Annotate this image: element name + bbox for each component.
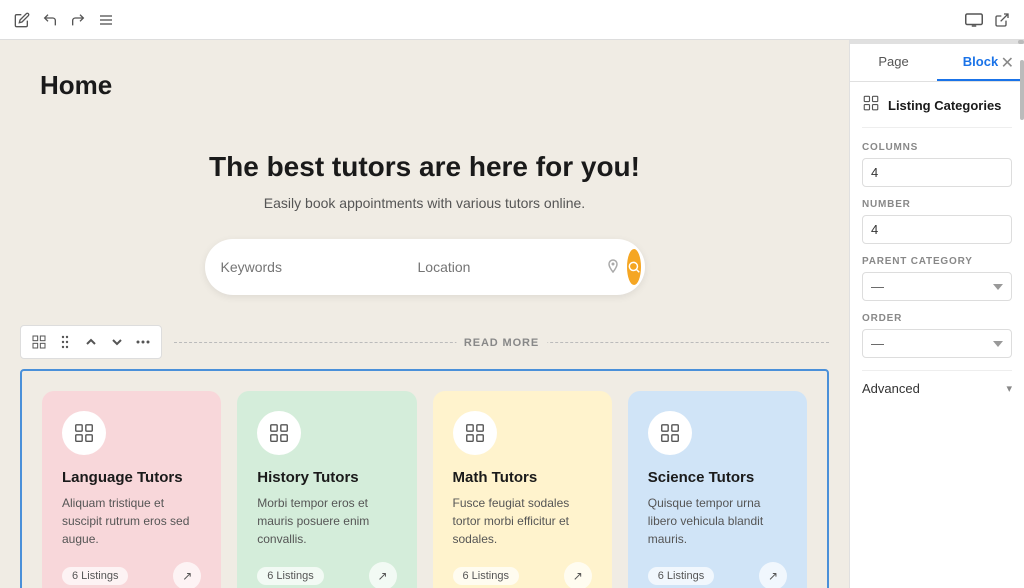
categories-wrapper: Language Tutors Aliquam tristique et sus… [20, 369, 829, 588]
science-icon-wrap [648, 411, 692, 455]
undo-button[interactable] [40, 10, 60, 30]
panel-content: Listing Categories COLUMNS NUMBER PARENT… [850, 82, 1024, 588]
category-card-history[interactable]: History Tutors Morbi tempor eros et maur… [237, 391, 416, 588]
columns-field-group: COLUMNS [862, 142, 1012, 187]
math-listings-badge: 6 Listings [453, 567, 519, 585]
language-icon-wrap [62, 411, 106, 455]
category-card-math[interactable]: Math Tutors Fusce feugiat sodales tortor… [433, 391, 612, 588]
hero-subtext: Easily book appointments with various tu… [20, 195, 829, 211]
edit-icon[interactable] [12, 10, 32, 30]
search-bar [205, 239, 645, 295]
location-icon [607, 259, 619, 276]
block-icon [862, 94, 880, 117]
order-select[interactable]: — [862, 329, 1012, 358]
close-panel-button[interactable]: ✕ [1001, 53, 1014, 73]
science-tutors-desc: Quisque tempor urna libero vehicula blan… [648, 494, 787, 548]
list-view-button[interactable] [96, 10, 116, 30]
language-tutors-footer: 6 Listings ↗ [62, 562, 201, 588]
chevron-down-icon: ▾ [1006, 382, 1012, 395]
advanced-label: Advanced [862, 381, 920, 396]
history-listings-badge: 6 Listings [257, 567, 323, 585]
move-up-button[interactable] [79, 330, 103, 354]
language-tutors-title: Language Tutors [62, 469, 201, 486]
read-more-label: READ MORE [464, 337, 539, 349]
drag-handle[interactable] [53, 330, 77, 354]
block-type-icon[interactable] [27, 330, 51, 354]
order-field-group: ORDER — [862, 313, 1012, 358]
math-tutors-desc: Fusce feugiat sodales tortor morbi effic… [453, 494, 592, 548]
advanced-toggle[interactable]: Advanced ▾ [862, 370, 1012, 406]
toolbar [0, 0, 1024, 40]
move-down-button[interactable] [105, 330, 129, 354]
history-tutors-desc: Morbi tempor eros et mauris posuere enim… [257, 494, 396, 548]
parent-category-select[interactable]: — [862, 272, 1012, 301]
science-tutors-title: Science Tutors [648, 469, 787, 486]
block-header: Listing Categories [862, 94, 1012, 128]
more-options-button[interactable] [131, 330, 155, 354]
number-field-group: NUMBER [862, 199, 1012, 244]
external-link-button[interactable] [992, 10, 1012, 30]
history-tutors-title: History Tutors [257, 469, 396, 486]
parent-category-field-group: PARENT CATEGORY — [862, 256, 1012, 301]
science-tutors-footer: 6 Listings ↗ [648, 562, 787, 588]
block-name-label: Listing Categories [888, 98, 1001, 113]
history-tutors-footer: 6 Listings ↗ [257, 562, 396, 588]
categories-grid: Language Tutors Aliquam tristique et sus… [42, 391, 807, 588]
language-tutors-desc: Aliquam tristique et suscipit rutrum ero… [62, 494, 201, 548]
science-listings-badge: 6 Listings [648, 567, 714, 585]
science-arrow-button[interactable]: ↗ [759, 562, 787, 588]
right-panel: Page Block ✕ Listing Categories [849, 40, 1024, 588]
math-icon-wrap [453, 411, 497, 455]
parent-category-label: PARENT CATEGORY [862, 256, 1012, 267]
redo-button[interactable] [68, 10, 88, 30]
hero-section: The best tutors are here for you! Easily… [20, 131, 829, 325]
columns-input[interactable] [862, 158, 1012, 187]
order-label: ORDER [862, 313, 1012, 324]
search-location-input[interactable] [418, 259, 599, 275]
math-tutors-footer: 6 Listings ↗ [453, 562, 592, 588]
page-title: Home [40, 70, 829, 101]
history-arrow-button[interactable]: ↗ [369, 562, 397, 588]
tab-page[interactable]: Page [850, 44, 937, 81]
category-card-language[interactable]: Language Tutors Aliquam tristique et sus… [42, 391, 221, 588]
panel-tabs: Page Block ✕ [850, 44, 1024, 82]
number-input[interactable] [862, 215, 1012, 244]
math-tutors-title: Math Tutors [453, 469, 592, 486]
columns-label: COLUMNS [862, 142, 1012, 153]
category-card-science[interactable]: Science Tutors Quisque tempor urna liber… [628, 391, 807, 588]
hero-heading: The best tutors are here for you! [20, 151, 829, 183]
search-keyword-input[interactable] [221, 259, 402, 275]
number-label: NUMBER [862, 199, 1012, 210]
language-listings-badge: 6 Listings [62, 567, 128, 585]
language-arrow-button[interactable]: ↗ [173, 562, 201, 588]
canvas-area: Home The best tutors are here for you! E… [0, 40, 849, 588]
block-toolbar [20, 325, 162, 359]
desktop-view-button[interactable] [964, 10, 984, 30]
history-icon-wrap [257, 411, 301, 455]
search-button[interactable] [627, 249, 641, 285]
math-arrow-button[interactable]: ↗ [564, 562, 592, 588]
